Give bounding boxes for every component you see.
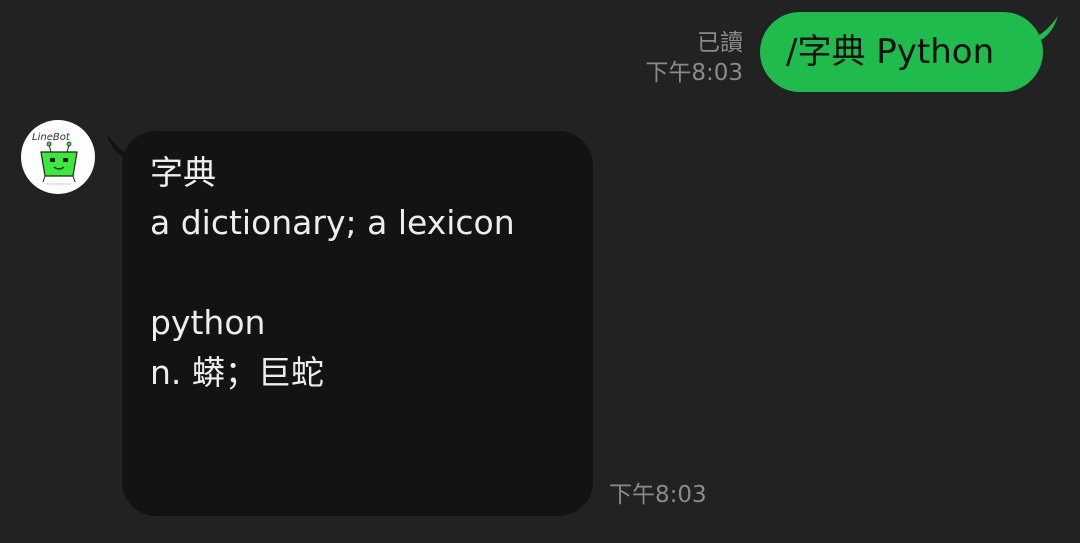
outgoing-message-text: /字典 Python [786,32,995,72]
incoming-message-bubble[interactable]: 字典 a dictionary; a lexicon python n. 蟒；巨… [122,131,593,516]
avatar-logo-text: LineBot [32,132,71,143]
message-line: 字典 [150,153,216,192]
read-status: 已讀 [697,30,743,56]
outgoing-timestamp: 下午8:03 [645,60,743,86]
bot-avatar[interactable]: LineBot [21,120,95,194]
outgoing-message-bubble[interactable]: /字典 Python [760,12,1043,92]
message-line: n. 蟒；巨蛇 [150,353,324,392]
outgoing-message-meta: 已讀 下午8:03 [645,28,743,88]
incoming-timestamp: 下午8:03 [609,482,707,508]
chat-view: 已讀 下午8:03 /字典 Python LineBot 字典 a dictio… [0,0,1080,543]
message-line: python [150,303,266,342]
linebot-robot-avatar-icon: LineBot [32,132,78,185]
message-line: a dictionary; a lexicon [150,203,515,242]
